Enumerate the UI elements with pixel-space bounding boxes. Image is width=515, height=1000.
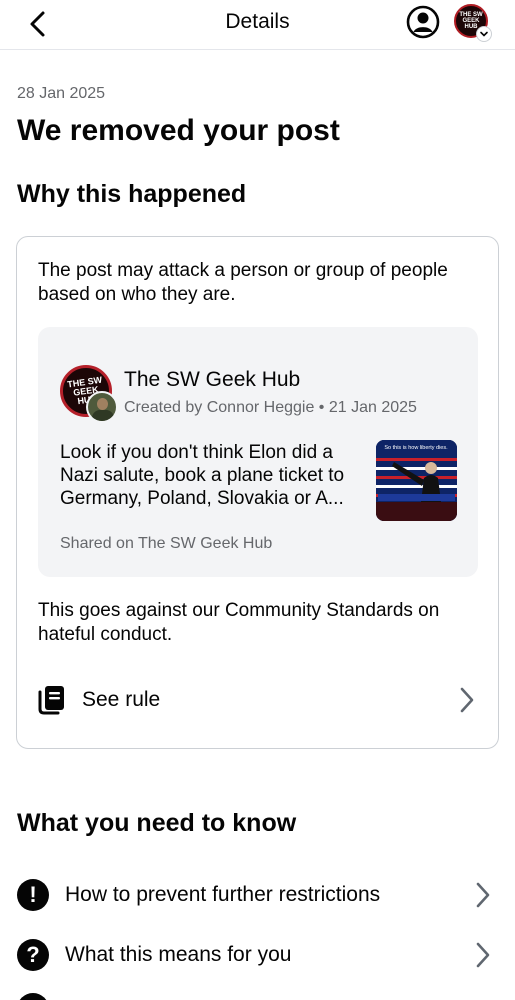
community-standards-text: This goes against our Community Standard…	[38, 600, 440, 645]
account-circle-icon	[406, 5, 440, 39]
page-avatar: THE SW GEEK HUB	[60, 365, 118, 423]
creator-line: Created by Connor Heggie • 21 Jan 2025	[124, 399, 417, 416]
profile-switcher-button[interactable]: THE SW GEEK HUB	[454, 4, 492, 42]
know-heading: What you need to know	[17, 809, 297, 837]
next-row-icon	[17, 993, 49, 1000]
chevron-right-icon	[476, 882, 490, 908]
post-thumbnail: So this is how liberty dies.	[376, 440, 457, 521]
page-name: The SW Geek Hub	[124, 368, 301, 391]
prevent-restrictions-label: How to prevent further restrictions	[65, 883, 381, 906]
shared-on-line: Shared on The SW Geek Hub	[60, 535, 273, 552]
chevron-right-icon	[460, 687, 474, 713]
page-title: We removed your post	[17, 114, 340, 147]
thumbnail-caption: So this is how liberty dies.	[384, 445, 448, 451]
prevent-restrictions-row[interactable]: ! How to prevent further restrictions	[0, 869, 515, 921]
question-icon: ?	[17, 939, 49, 971]
post-text: Look if you don't think Elon did a Nazi …	[60, 442, 345, 509]
see-rule-button[interactable]: See rule	[17, 669, 498, 729]
see-rule-label: See rule	[82, 688, 161, 711]
why-heading: Why this happened	[17, 180, 247, 208]
book-icon	[38, 686, 64, 715]
reason-text: The post may attack a person or group of…	[38, 260, 448, 305]
exclamation-icon: !	[17, 879, 49, 911]
removed-post-preview[interactable]: THE SW GEEK HUB The SW Geek Hub Created …	[38, 327, 478, 577]
removal-date: 28 Jan 2025	[17, 85, 106, 102]
creator-avatar	[86, 391, 118, 423]
chevron-right-icon	[476, 942, 490, 968]
violation-card: The post may attack a person or group of…	[16, 236, 499, 749]
what-this-means-label: What this means for you	[65, 943, 292, 966]
account-button[interactable]	[404, 3, 442, 41]
what-this-means-row[interactable]: ? What this means for you	[0, 929, 515, 981]
chevron-down-icon	[476, 26, 492, 42]
top-bar: Details THE SW GEEK HUB	[0, 0, 515, 50]
